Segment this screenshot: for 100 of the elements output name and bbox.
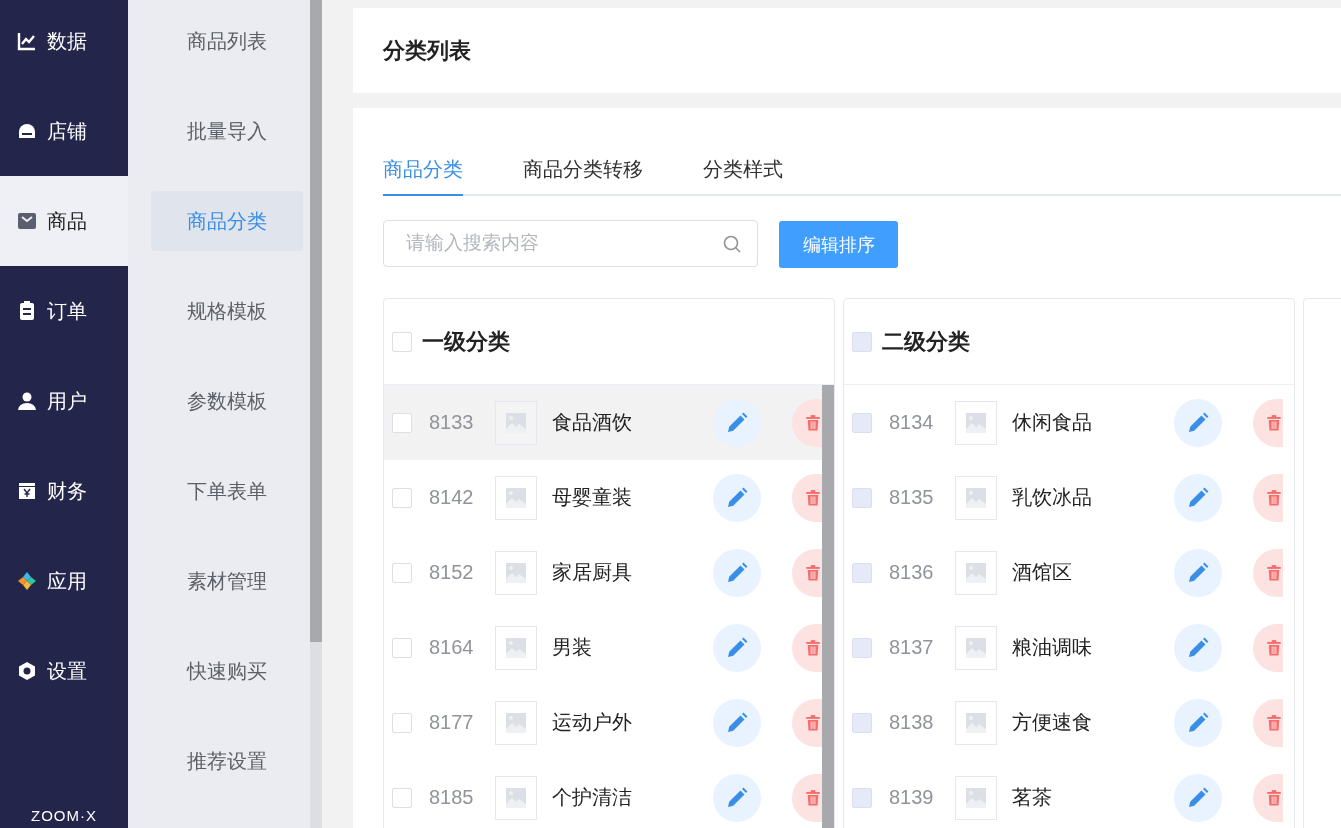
category-name: 乳饮冰品 [1012,485,1093,510]
checkbox[interactable] [392,412,412,433]
nav-label: 商品 [47,208,87,234]
category-name: 方便速食 [1012,710,1093,735]
panel-title: 一级分类 [422,327,510,356]
nav-label: 财务 [47,478,87,504]
submenu-item[interactable]: 下单表单 [150,461,303,521]
category-name: 运动户外 [551,710,633,735]
category-name: 休闲食品 [1012,410,1093,435]
nav-label: 店铺 [47,118,87,144]
category-row[interactable]: 8177 运动户外 [384,685,822,760]
delete-button[interactable] [792,473,822,522]
scrollbar-thumb[interactable] [822,385,834,828]
delete-button[interactable] [792,773,822,822]
pencil-icon [1186,560,1210,585]
image-icon [505,712,526,733]
pencil-icon [725,710,749,735]
edit-button[interactable] [713,548,761,597]
edit-button[interactable] [713,623,761,672]
category-id: 8134 [889,411,935,434]
image-icon [966,562,986,583]
category-id: 8185 [429,786,475,809]
pencil-icon [725,485,749,510]
shop-icon [17,121,37,141]
category-row[interactable]: 8133 食品酒饮 [384,385,822,460]
pencil-icon [1186,635,1210,660]
submenu-item[interactable]: 素材管理 [150,551,303,611]
checkbox[interactable] [392,331,412,352]
checkbox[interactable] [392,787,412,808]
checkbox[interactable] [392,562,412,583]
panel-title: 二级分类 [882,327,970,356]
nav-item[interactable]: 财务 [0,446,128,536]
delete-button[interactable] [792,623,822,672]
image-icon [505,787,526,808]
nav-item[interactable]: 商品 [0,176,128,266]
image-icon [505,487,526,508]
scrollbar-thumb[interactable] [310,0,322,642]
pencil-icon [725,410,749,435]
category-id: 8177 [429,711,475,734]
pencil-icon [1186,410,1210,435]
nav-item[interactable]: 应用 [0,536,128,626]
page-title: 分类列表 [353,8,1341,93]
nav-label: 用户 [47,388,87,414]
delete-button[interactable] [792,398,822,447]
category-id: 8164 [429,636,475,659]
submenu-item[interactable]: 商品列表 [150,11,303,71]
category-row[interactable]: 8142 母婴童装 [384,460,822,535]
nav-item[interactable]: 设置 [0,626,128,716]
edit-button[interactable] [713,398,761,447]
category-name: 食品酒饮 [551,410,633,435]
submenu-item[interactable]: 推荐设置 [150,731,303,791]
checkbox[interactable] [392,487,412,508]
nav-item[interactable]: 用户 [0,356,128,446]
search-field[interactable]: 请输入搜索内容 [383,219,758,267]
pencil-icon [1186,710,1210,735]
checkbox[interactable] [392,637,412,658]
category-row[interactable]: 8185 个护清洁 [384,760,822,828]
edit-button[interactable] [713,473,761,522]
tab[interactable]: 商品分类转移 [523,150,643,196]
delete-button[interactable] [792,698,822,747]
nav-label: 设置 [47,658,87,684]
submenu-item[interactable]: 规格模板 [150,281,303,341]
category-id: 8133 [429,411,475,434]
category-id: 8142 [429,486,475,509]
category-name: 母婴童装 [551,485,633,510]
submenu-item[interactable]: 批量导入 [150,101,303,161]
category-id: 8137 [889,636,935,659]
image-icon [966,412,986,433]
image-icon [966,487,986,508]
image-icon [966,712,986,733]
nav-item[interactable]: 店铺 [0,86,128,176]
image-icon [505,412,526,433]
apps-icon [17,571,37,591]
category-row[interactable]: 8152 家居厨具 [384,535,822,610]
nav-label: 数据 [47,28,87,54]
search-icon [722,233,742,254]
nav-item[interactable]: 订单 [0,266,128,356]
image-icon [966,637,986,658]
category-name: 男装 [551,635,593,660]
category-id: 8139 [889,786,935,809]
category-id: 8138 [889,711,935,734]
nav-item[interactable]: 数据 [0,0,128,86]
image-icon [505,637,526,658]
checkbox[interactable] [392,712,412,733]
pencil-icon [725,560,749,585]
delete-button[interactable] [792,548,822,597]
category-row[interactable]: 8164 男装 [384,610,822,685]
nav-label: 应用 [47,568,87,594]
tab[interactable]: 分类样式 [703,150,783,196]
category-id: 8136 [889,561,935,584]
category-name: 家居厨具 [551,560,633,585]
category-name: 茗茶 [1012,785,1053,810]
submenu-item[interactable]: 参数模板 [150,371,303,431]
category-id: 8135 [889,486,935,509]
edit-button[interactable] [713,773,761,822]
pencil-icon [725,635,749,660]
edit-button[interactable] [713,698,761,747]
submenu-item[interactable]: 快速购买 [150,641,303,701]
category-id: 8152 [429,561,475,584]
category-name: 粮油调味 [1012,635,1093,660]
